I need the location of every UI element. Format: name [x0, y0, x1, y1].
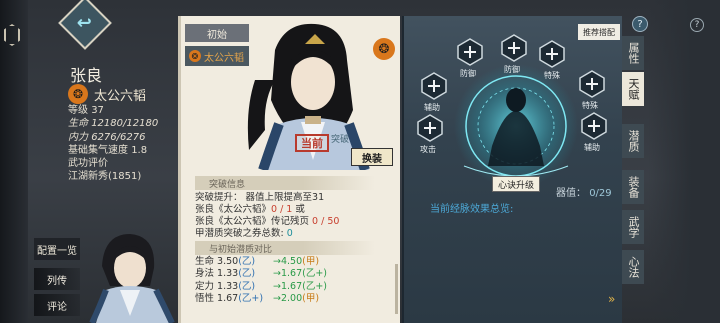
biography-button[interactable]: 列传	[34, 268, 80, 290]
node-plus-icon[interactable]	[500, 34, 528, 62]
section-breakthrough-info: 突破信息	[195, 176, 375, 190]
vessel-value: 器值： 0/29	[556, 188, 612, 199]
hex-icon[interactable]	[4, 24, 20, 46]
manual-badge-icon[interactable]: ❂	[373, 38, 395, 60]
tab-martial-arts[interactable]: 武学	[622, 210, 644, 244]
manual-emblem-icon: ❂	[68, 84, 88, 104]
breakthrough-line: 突破提升： 器值上限提高至31	[195, 192, 325, 203]
expand-arrow-icon[interactable]: »	[608, 292, 615, 306]
manual-small-icon: ❂	[189, 50, 201, 62]
node-label: 特殊	[582, 101, 598, 110]
breakthrough-info: 突破提升： 器值上限提高至31 张良《太公六韬》0 / 1 或 张良《太公六韬》…	[195, 192, 339, 240]
potential-compare-table: 生命 3.50(乙) →4.50(甲) 身法 1.33(乙) →1.67(乙+)…	[195, 256, 327, 305]
tab-potential[interactable]: 潜质	[622, 124, 644, 158]
manual-name: 太公六韬	[94, 88, 147, 104]
node-label: 攻击	[420, 145, 436, 154]
stat-mp: 内力 6276/6276	[68, 131, 146, 143]
back-button[interactable]: ↩	[58, 0, 112, 50]
compare-row: 身法 1.33(乙) →1.67(乙+)	[195, 268, 327, 280]
stat-hp: 生命 12180/12180	[68, 118, 159, 130]
node-plus-icon[interactable]	[580, 112, 608, 140]
compare-row: 生命 3.50(乙) →4.50(甲)	[195, 256, 320, 267]
node-plus-icon[interactable]	[420, 72, 448, 100]
help-icon[interactable]: ?	[690, 18, 704, 32]
character-stats: 等级 37 生命 12180/12180 内力 6276/6276 基础集气速度…	[68, 104, 158, 184]
node-label: 辅助	[424, 103, 440, 112]
meridian-effect-overview[interactable]: 当前经脉效果总览:	[430, 200, 513, 215]
scrollbar[interactable]	[395, 264, 398, 314]
tab-equipment[interactable]: 装备	[622, 170, 644, 204]
node-label: 防御	[504, 65, 520, 74]
node-label: 特殊	[544, 71, 560, 80]
node-plus-icon[interactable]	[416, 114, 444, 142]
node-plus-icon[interactable]	[578, 70, 606, 98]
config-overview-button[interactable]: 配置一览	[34, 238, 80, 260]
breakthrough-line: 张良《太公六韬》0 / 1 或	[195, 204, 305, 215]
current-stamp: 当前	[295, 134, 329, 152]
node-plus-icon[interactable]	[538, 40, 566, 68]
tab-talent[interactable]: 天赋	[622, 72, 644, 106]
right-edge	[648, 0, 720, 323]
back-arrow-icon: ↩	[77, 12, 93, 34]
help-icon[interactable]: ?	[632, 16, 648, 32]
upgrade-button[interactable]: 心诀升级	[492, 176, 540, 192]
compare-row: 悟性 1.67(乙+) →2.00(甲)	[195, 292, 320, 304]
character-name: 张良	[70, 66, 103, 85]
breakthrough-tag: 突破	[331, 135, 350, 145]
stat-rank: 江湖新秀(1851)	[68, 171, 142, 183]
stat-level: 等级 37	[68, 105, 104, 116]
left-edge-bar	[0, 0, 28, 323]
comment-button[interactable]: 评论	[34, 294, 80, 316]
swap-outfit-button[interactable]: 换装	[351, 148, 393, 166]
manual-row: ❂ 太公六韬	[68, 84, 146, 104]
breakthrough-line: 张良《太公六韬》传记残页 0 / 50	[195, 216, 340, 227]
stat-speed: 基础集气速度 1.8	[68, 144, 148, 156]
node-label: 辅助	[584, 143, 600, 152]
node-label: 防御	[460, 69, 476, 78]
compare-row: 定力 1.33(乙) →1.67(乙+)	[195, 280, 327, 292]
breakthrough-line: 甲潜质突破之券总数: 0	[195, 228, 293, 239]
section-compare: 与初始潜质对比	[195, 241, 375, 255]
stat-rating: 武功评价	[68, 158, 108, 170]
meridian-panel: 推荐搭配 防御 防御 特殊 辅助 特殊 攻击 辅助 心诀升级 器值： 0/29 …	[402, 16, 622, 323]
node-plus-icon[interactable]	[456, 38, 484, 66]
character-detail-panel: 初始 ❂ 太公六韬 ❂ 当前 突破 换装 突破信息 突破提升： 器值上限提高至3…	[178, 16, 400, 323]
small-character-portrait	[89, 234, 175, 323]
tab-attributes[interactable]: 属性	[622, 36, 644, 70]
tab-mind-method[interactable]: 心法	[622, 250, 644, 284]
